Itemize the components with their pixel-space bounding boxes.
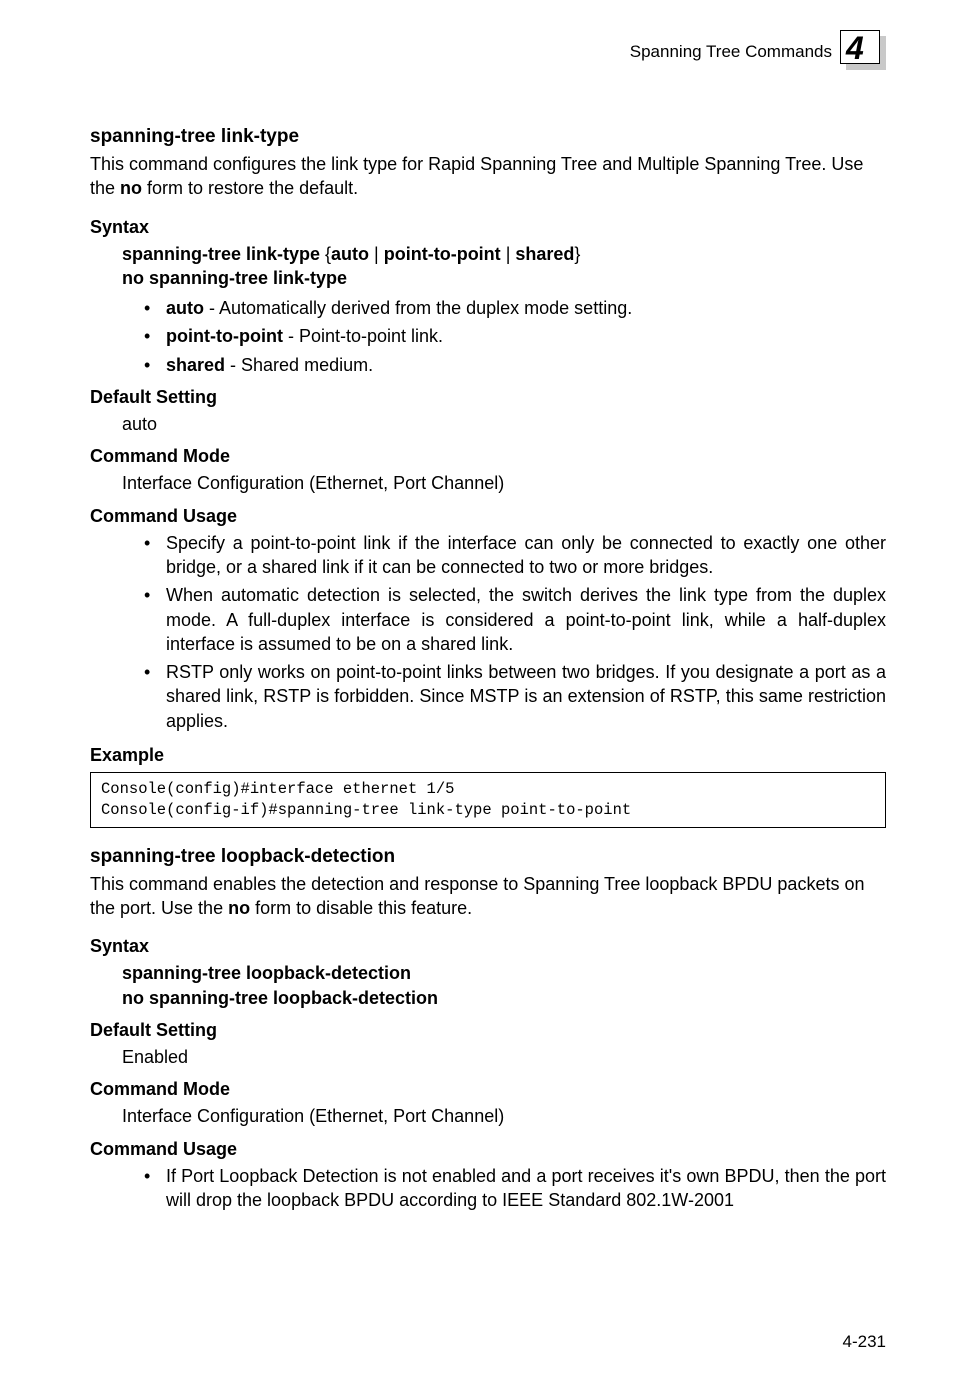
command-mode-value: Interface Configuration (Ethernet, Port … xyxy=(122,1104,886,1128)
command-description: This command configures the link type fo… xyxy=(90,152,886,201)
syntax-label: Syntax xyxy=(90,936,886,957)
option-item: point-to-point - Point-to-point link. xyxy=(144,324,886,348)
page-header: Spanning Tree Commands 4 xyxy=(90,40,886,96)
desc-text: This command enables the detection and r… xyxy=(90,874,864,918)
command-mode-value: Interface Configuration (Ethernet, Port … xyxy=(122,471,886,495)
example-code-block: Console(config)#interface ethernet 1/5 C… xyxy=(90,772,886,828)
option-term: auto xyxy=(166,298,204,318)
command-heading: spanning-tree loopback-detection xyxy=(90,846,886,868)
syntax-keyword: no spanning-tree link-type xyxy=(122,268,347,288)
usage-item: Specify a point-to-point link if the int… xyxy=(144,531,886,580)
option-desc: - Automatically derived from the duplex … xyxy=(204,298,632,318)
example-label: Example xyxy=(90,745,886,766)
option-desc: - Point-to-point link. xyxy=(283,326,443,346)
default-setting-value: auto xyxy=(122,412,886,436)
chapter-number: 4 xyxy=(846,30,864,67)
command-usage-label: Command Usage xyxy=(90,1139,886,1160)
desc-bold: no xyxy=(120,178,142,198)
syntax-keyword: spanning-tree loopback-detection xyxy=(122,963,411,983)
syntax-text: | xyxy=(369,244,384,264)
desc-bold: no xyxy=(228,898,250,918)
syntax-text: { xyxy=(320,244,331,264)
syntax-keyword: auto xyxy=(331,244,369,264)
command-mode-label: Command Mode xyxy=(90,446,886,467)
option-term: point-to-point xyxy=(166,326,283,346)
syntax-block: spanning-tree link-type {auto | point-to… xyxy=(122,242,886,291)
desc-text: form to restore the default. xyxy=(142,178,358,198)
command-heading: spanning-tree link-type xyxy=(90,126,886,148)
chapter-badge: 4 xyxy=(840,30,886,76)
default-setting-label: Default Setting xyxy=(90,1020,886,1041)
option-list: auto - Automatically derived from the du… xyxy=(144,296,886,377)
option-item: shared - Shared medium. xyxy=(144,353,886,377)
usage-item: When automatic detection is selected, th… xyxy=(144,583,886,656)
syntax-keyword: shared xyxy=(515,244,574,264)
syntax-keyword: point-to-point xyxy=(384,244,501,264)
option-item: auto - Automatically derived from the du… xyxy=(144,296,886,320)
usage-item: RSTP only works on point-to-point links … xyxy=(144,660,886,733)
command-usage-label: Command Usage xyxy=(90,506,886,527)
syntax-text: } xyxy=(574,244,580,264)
usage-list: If Port Loopback Detection is not enable… xyxy=(144,1164,886,1213)
command-mode-label: Command Mode xyxy=(90,1079,886,1100)
option-term: shared xyxy=(166,355,225,375)
syntax-block: spanning-tree loopback-detection no span… xyxy=(122,961,886,1010)
default-setting-value: Enabled xyxy=(122,1045,886,1069)
option-desc: - Shared medium. xyxy=(225,355,373,375)
usage-item: If Port Loopback Detection is not enable… xyxy=(144,1164,886,1213)
syntax-label: Syntax xyxy=(90,217,886,238)
desc-text: form to disable this feature. xyxy=(250,898,472,918)
header-section-title: Spanning Tree Commands xyxy=(630,42,832,62)
default-setting-label: Default Setting xyxy=(90,387,886,408)
syntax-keyword: no spanning-tree loopback-detection xyxy=(122,988,438,1008)
command-description: This command enables the detection and r… xyxy=(90,872,886,921)
page-number: 4-231 xyxy=(843,1332,886,1352)
syntax-keyword: spanning-tree link-type xyxy=(122,244,320,264)
usage-list: Specify a point-to-point link if the int… xyxy=(144,531,886,733)
syntax-text: | xyxy=(501,244,516,264)
